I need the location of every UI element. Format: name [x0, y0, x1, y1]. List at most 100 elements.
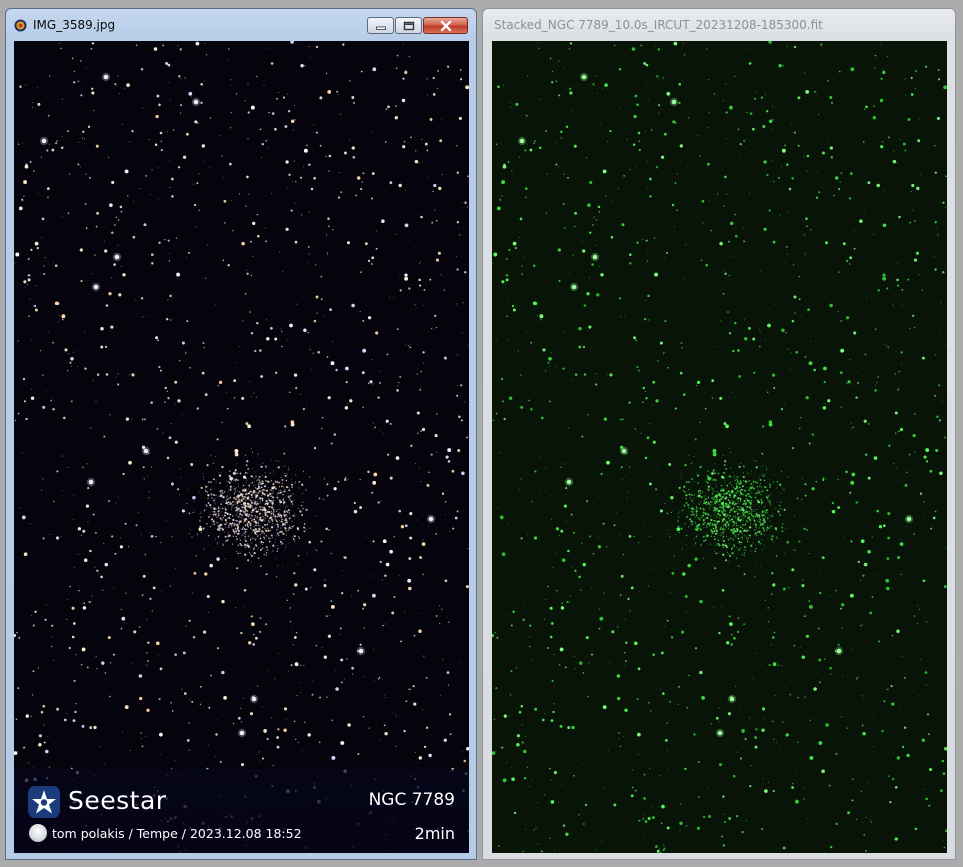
star [238, 516, 239, 518]
star [732, 530, 734, 533]
star [228, 48, 230, 50]
star [601, 841, 603, 843]
star [788, 187, 792, 191]
image-view[interactable]: Seestar NGC 7789 tom polakis / Tempe / 2… [14, 41, 469, 853]
star [784, 144, 786, 147]
star [66, 618, 68, 620]
star [742, 512, 744, 514]
star [398, 509, 402, 513]
star [325, 155, 327, 158]
star [719, 503, 721, 506]
image-view[interactable] [492, 41, 947, 853]
star [694, 516, 696, 518]
star [315, 549, 318, 551]
star [933, 256, 935, 258]
star [73, 679, 76, 682]
star [753, 510, 756, 512]
star [274, 504, 276, 506]
star [629, 253, 632, 256]
star [567, 176, 569, 179]
star [711, 497, 713, 500]
star [389, 296, 391, 298]
star [290, 629, 292, 631]
star [889, 800, 892, 804]
star [551, 679, 554, 682]
star [221, 489, 223, 492]
star [904, 94, 907, 96]
star [86, 463, 88, 465]
image-window-right[interactable]: Stacked_NGC 7789_10.0s_IRCUT_20231208-18… [482, 8, 956, 860]
star [610, 235, 614, 239]
star [940, 302, 942, 304]
star [746, 492, 750, 496]
star [279, 251, 280, 253]
star [778, 504, 781, 507]
star [255, 529, 257, 531]
star [746, 489, 748, 491]
star [655, 488, 658, 491]
star [673, 41, 678, 46]
star [762, 474, 765, 477]
star [261, 490, 264, 492]
star [558, 60, 560, 62]
star [409, 688, 411, 691]
star [743, 502, 746, 505]
star [731, 526, 733, 528]
close-button[interactable] [423, 17, 468, 34]
star [721, 507, 723, 509]
star [288, 391, 291, 393]
star [789, 693, 792, 696]
star [255, 475, 257, 478]
star [726, 514, 729, 516]
star [746, 536, 748, 538]
star [232, 535, 234, 537]
star [202, 161, 204, 163]
maximize-button[interactable] [395, 17, 422, 34]
star [657, 468, 659, 470]
star [757, 521, 759, 523]
star [803, 527, 806, 531]
star [242, 526, 244, 528]
star [15, 718, 18, 721]
star [225, 500, 227, 502]
star [103, 542, 105, 544]
star [939, 471, 943, 476]
star [779, 513, 782, 516]
image-window-left[interactable]: IMG_3589.jpg Seestar NGC 7789 tom polaki… [5, 8, 477, 860]
star [722, 490, 724, 492]
star [704, 517, 707, 519]
star [891, 634, 894, 637]
star [676, 209, 678, 211]
star [279, 489, 281, 492]
star [283, 487, 285, 489]
star [209, 166, 211, 168]
star [731, 482, 733, 483]
star [239, 346, 240, 348]
star [887, 346, 890, 349]
star [283, 452, 286, 455]
star [418, 263, 421, 265]
minimize-button[interactable] [367, 17, 394, 34]
star [230, 84, 232, 86]
star [753, 460, 754, 462]
star [755, 565, 757, 567]
star [776, 537, 779, 540]
star [853, 331, 857, 335]
star [727, 522, 730, 525]
star [126, 83, 130, 87]
star [501, 400, 504, 403]
star [655, 166, 659, 169]
star [620, 466, 623, 469]
title-bar[interactable]: Stacked_NGC 7789_10.0s_IRCUT_20231208-18… [483, 9, 955, 39]
star [616, 626, 619, 628]
star [623, 664, 625, 666]
star [867, 422, 870, 425]
star [729, 510, 731, 512]
star [234, 452, 239, 457]
title-bar[interactable]: IMG_3589.jpg [6, 9, 476, 39]
star [170, 319, 172, 321]
star [769, 525, 772, 528]
star [934, 145, 936, 147]
star [946, 344, 947, 346]
star [243, 504, 245, 506]
